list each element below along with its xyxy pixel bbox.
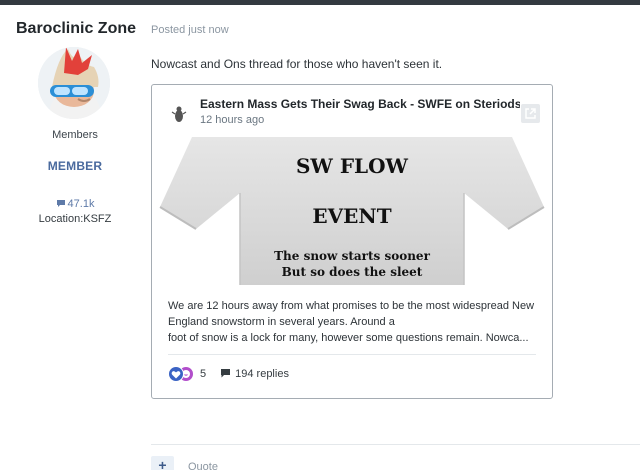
author-location: Location:KSFZ	[38, 213, 112, 225]
excerpt-line: foot of snow is a lock for many, however…	[168, 332, 529, 344]
post-count[interactable]: 47.1k	[0, 198, 150, 210]
embed-title[interactable]: Eastern Mass Gets Their Swag Back - SWFE…	[200, 97, 520, 111]
embed-excerpt: We are 12 hours away from what promises …	[168, 298, 538, 346]
embed-image[interactable]: SW FLOW EVENT The snow starts sooner But…	[152, 137, 552, 285]
divider	[151, 444, 640, 445]
author-name[interactable]: Baroclinic Zone	[16, 20, 136, 38]
image-text-line: SW FLOW	[295, 154, 408, 178]
replies-count[interactable]: 194 replies	[235, 368, 289, 380]
open-link-icon[interactable]	[521, 104, 540, 123]
post-count-value: 47.1k	[67, 198, 95, 210]
image-text-line: EVENT	[312, 204, 392, 228]
reactions[interactable]	[168, 365, 196, 383]
image-text-line: The snow starts sooner	[274, 249, 430, 263]
embed-footer: 5 194 replies	[168, 364, 289, 384]
top-bar	[0, 0, 640, 5]
member-badge: MEMBER	[47, 159, 103, 173]
embed-card[interactable]: Eastern Mass Gets Their Swag Back - SWFE…	[151, 84, 553, 399]
excerpt-line: We are 12 hours away from what promises …	[168, 300, 535, 312]
member-group: Members	[52, 129, 98, 141]
add-button[interactable]: +	[151, 456, 174, 470]
embed-header: Eastern Mass Gets Their Swag Back - SWFE…	[152, 85, 552, 137]
excerpt-line: England snowstorm in several years. Arou…	[168, 316, 395, 328]
divider	[168, 354, 536, 355]
image-text-line: But so does the sleet	[281, 265, 423, 279]
embed-time: 12 hours ago	[200, 114, 265, 126]
reaction-count: 5	[200, 368, 207, 380]
like-reaction-icon	[168, 366, 184, 382]
replies-icon	[220, 368, 231, 381]
avatar[interactable]	[38, 47, 110, 119]
post-text: Nowcast and Ons thread for those who hav…	[151, 57, 443, 71]
favicon-icon	[166, 101, 192, 127]
post-meta[interactable]: Posted just now	[151, 24, 229, 36]
quote-button[interactable]: Quote	[188, 461, 218, 470]
comment-icon	[56, 198, 68, 210]
